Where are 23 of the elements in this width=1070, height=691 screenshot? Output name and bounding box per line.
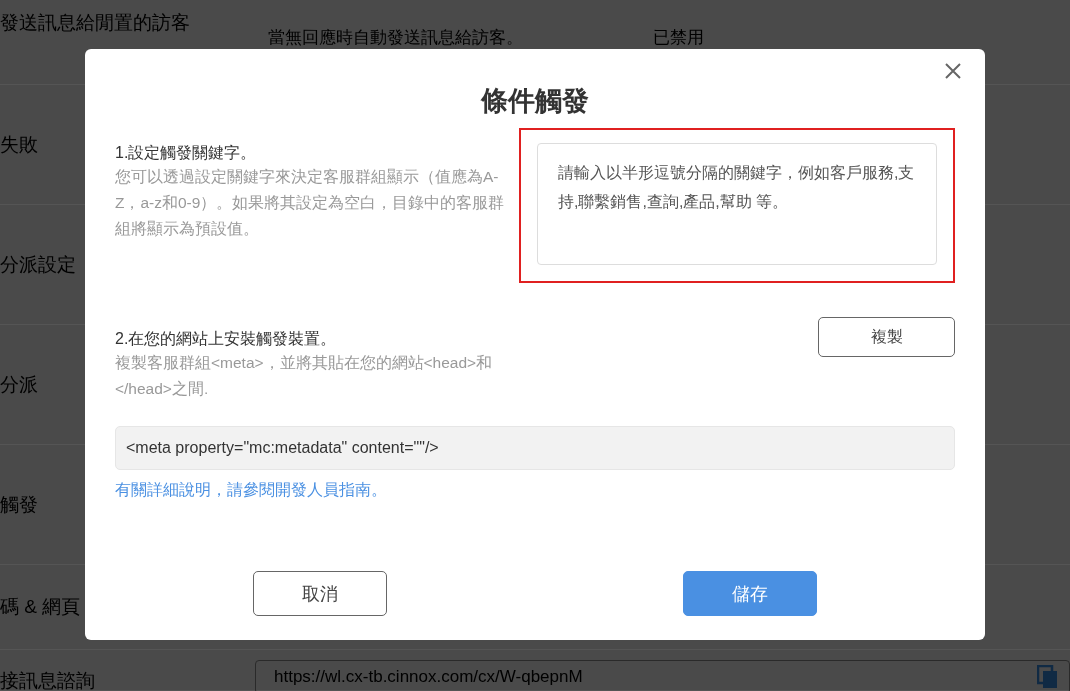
- code-snippet: <meta property="mc:metadata" content=""/>: [115, 426, 955, 470]
- setting-label: 接訊息諮詢: [0, 669, 95, 691]
- developer-guide-link[interactable]: 有關詳細說明，請參閱開發人員指南。: [115, 480, 387, 501]
- setting-label: 觸發: [0, 492, 38, 517]
- keywords-field[interactable]: 請輸入以半形逗號分隔的關鍵字，例如客戶服務,支持,聯繫銷售,查詢,產品,幫助 等。: [537, 143, 937, 265]
- setting-description: 當無回應時自動發送訊息給訪客。: [268, 27, 523, 49]
- url-field[interactable]: https://wl.cx-tb.cinnox.com/cx/W-qbepnM: [255, 660, 1070, 691]
- copy-button[interactable]: 複製: [818, 317, 955, 357]
- setting-label: 失敗: [0, 132, 38, 157]
- setting-status: 已禁用: [653, 27, 704, 49]
- setting-label: 發送訊息給閒置的訪客: [0, 11, 190, 35]
- step-heading: 2.在您的網站上安裝觸發裝置。: [115, 329, 338, 349]
- close-icon: [945, 63, 961, 79]
- setting-label: 分派設定: [0, 252, 76, 277]
- close-button[interactable]: [943, 61, 963, 81]
- step-description: 您可以透過設定關鍵字來決定客服群組顯示（值應為A-Z，a-z和0-9）。如果將其設定為空白，目錄中的客服群組將顯示為預設值。: [115, 167, 506, 239]
- step-heading: 1.設定觸發關鍵字。: [115, 143, 258, 163]
- setting-label: 碼 & 網頁: [0, 595, 81, 619]
- save-button[interactable]: 儲存: [683, 571, 817, 616]
- setting-label: 分派: [0, 372, 38, 397]
- dialog-title: 條件觸發: [479, 85, 590, 118]
- step-description: 複製客服群組<meta>，並將其貼在您的網站<head>和</head>之間.: [115, 353, 494, 399]
- cancel-button[interactable]: 取消: [253, 571, 387, 616]
